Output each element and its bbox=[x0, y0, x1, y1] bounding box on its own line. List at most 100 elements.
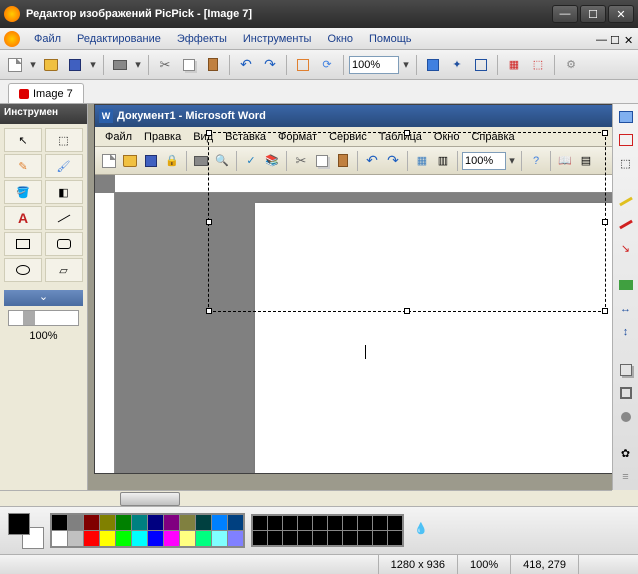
stamp-button[interactable]: ✿ bbox=[617, 445, 635, 463]
effect-blur-button[interactable] bbox=[617, 408, 635, 426]
grid-button[interactable]: ▦ bbox=[503, 54, 525, 76]
custom-swatch[interactable] bbox=[283, 531, 297, 545]
color-swatch[interactable] bbox=[148, 515, 163, 530]
color-swatch[interactable] bbox=[228, 515, 243, 530]
undo-button[interactable]: ↶ bbox=[235, 54, 257, 76]
effect-shadow-button[interactable] bbox=[617, 361, 635, 379]
word-menu-table[interactable]: Таблица bbox=[373, 129, 428, 145]
custom-swatch[interactable] bbox=[268, 531, 282, 545]
tool-polygon[interactable]: ▱ bbox=[45, 258, 83, 282]
color-swatch[interactable] bbox=[164, 531, 179, 546]
custom-swatch[interactable] bbox=[313, 516, 327, 530]
custom-swatch[interactable] bbox=[373, 516, 387, 530]
word-help-button[interactable]: ? bbox=[526, 151, 546, 171]
custom-swatch[interactable] bbox=[328, 531, 342, 545]
word-menu-format[interactable]: Формат bbox=[272, 129, 323, 145]
capture-screen-button[interactable] bbox=[617, 108, 635, 126]
print-button[interactable] bbox=[109, 54, 131, 76]
color-swatch[interactable] bbox=[84, 531, 99, 546]
horizontal-scrollbar[interactable] bbox=[0, 490, 612, 506]
word-menu-help[interactable]: Справка bbox=[465, 129, 520, 145]
tool-eraser[interactable]: ◧ bbox=[45, 180, 83, 204]
custom-swatch[interactable] bbox=[298, 516, 312, 530]
copy-button[interactable] bbox=[178, 54, 200, 76]
color-swatch[interactable] bbox=[84, 515, 99, 530]
app-menu-icon[interactable] bbox=[4, 31, 20, 47]
arrow-tool-button[interactable]: ↘ bbox=[617, 239, 635, 257]
zoom-input[interactable] bbox=[349, 56, 399, 74]
open-button[interactable] bbox=[40, 54, 62, 76]
word-zoom-input[interactable] bbox=[462, 152, 506, 170]
color-swatch[interactable] bbox=[100, 515, 115, 530]
word-ruler-horizontal[interactable] bbox=[115, 175, 612, 193]
custom-swatch[interactable] bbox=[283, 516, 297, 530]
shape-fill-button[interactable] bbox=[617, 277, 635, 295]
menu-window[interactable]: Окно bbox=[319, 30, 361, 48]
tool-ellipse[interactable] bbox=[4, 258, 42, 282]
paste-button[interactable] bbox=[202, 54, 224, 76]
color-swatch[interactable] bbox=[116, 531, 131, 546]
word-copy-button[interactable] bbox=[312, 151, 332, 171]
print-dropdown[interactable]: ▾ bbox=[133, 58, 143, 71]
color-swatch[interactable] bbox=[132, 531, 147, 546]
zoom-dropdown[interactable]: ▾ bbox=[401, 58, 411, 71]
custom-swatch[interactable] bbox=[313, 531, 327, 545]
settings-button[interactable]: ⚙ bbox=[560, 54, 582, 76]
select-all-button[interactable]: ⬚ bbox=[527, 54, 549, 76]
word-undo-button[interactable]: ↶ bbox=[362, 151, 382, 171]
mdi-close-button[interactable]: ✕ bbox=[624, 34, 634, 44]
save-button[interactable] bbox=[64, 54, 86, 76]
new-button[interactable] bbox=[4, 54, 26, 76]
custom-swatch[interactable] bbox=[268, 516, 282, 530]
cut-button[interactable]: ✂ bbox=[154, 54, 176, 76]
custom-swatch[interactable] bbox=[328, 516, 342, 530]
color-swatch[interactable] bbox=[52, 531, 67, 546]
color-swatch[interactable] bbox=[228, 531, 243, 546]
custom-swatch[interactable] bbox=[388, 531, 402, 545]
word-menu-edit[interactable]: Правка bbox=[138, 129, 187, 145]
word-zoom-dropdown[interactable]: ▾ bbox=[507, 154, 517, 167]
word-open-button[interactable] bbox=[120, 151, 140, 171]
menu-tools[interactable]: Инструменты bbox=[235, 30, 320, 48]
color-swatch[interactable] bbox=[180, 531, 195, 546]
flip-h-button[interactable]: ↔ bbox=[617, 300, 635, 318]
capture-region-button[interactable]: ⬚ bbox=[617, 155, 635, 173]
menu-file[interactable]: Файл bbox=[26, 30, 69, 48]
word-spell-button[interactable]: ✓ bbox=[241, 151, 261, 171]
word-preview-button[interactable]: 🔍 bbox=[212, 151, 232, 171]
highlight-yellow-button[interactable] bbox=[617, 192, 635, 210]
color-swatch[interactable] bbox=[164, 515, 179, 530]
effect-frame-button[interactable] bbox=[617, 384, 635, 402]
color-swatch[interactable] bbox=[68, 531, 83, 546]
minimize-button[interactable]: — bbox=[552, 5, 578, 23]
foreground-color[interactable] bbox=[8, 513, 30, 535]
word-menu-window[interactable]: Окно bbox=[428, 129, 466, 145]
word-read-button[interactable]: 📖 bbox=[555, 151, 575, 171]
resize-button[interactable] bbox=[292, 54, 314, 76]
custom-swatch[interactable] bbox=[343, 531, 357, 545]
mdi-restore-button[interactable]: ☐ bbox=[610, 34, 620, 44]
custom-swatch[interactable] bbox=[358, 516, 372, 530]
fullscreen-button[interactable] bbox=[422, 54, 444, 76]
maximize-button[interactable]: ☐ bbox=[580, 5, 606, 23]
word-permission-button[interactable]: 🔒 bbox=[162, 151, 182, 171]
word-ruler-vertical[interactable] bbox=[95, 193, 115, 473]
capture-window-button[interactable] bbox=[617, 132, 635, 150]
watermark-button[interactable]: ≡ bbox=[617, 469, 635, 487]
mdi-minimize-button[interactable]: — bbox=[596, 34, 606, 44]
rotate-button[interactable]: ⟳ bbox=[316, 54, 338, 76]
custom-swatch[interactable] bbox=[253, 516, 267, 530]
color-swatch[interactable] bbox=[116, 515, 131, 530]
canvas-area[interactable]: W Документ1 - Microsoft Word Файл Правка… bbox=[88, 104, 612, 490]
tool-fill[interactable]: 🪣 bbox=[4, 180, 42, 204]
new-dropdown[interactable]: ▾ bbox=[28, 58, 38, 71]
word-menu-service[interactable]: Сервис bbox=[323, 129, 373, 145]
tool-rectangle[interactable] bbox=[4, 232, 42, 256]
color-swatch[interactable] bbox=[212, 531, 227, 546]
custom-swatch[interactable] bbox=[343, 516, 357, 530]
word-menu-file[interactable]: Файл bbox=[99, 129, 138, 145]
menu-effects[interactable]: Эффекты bbox=[169, 30, 235, 48]
word-table-button[interactable]: ▦ bbox=[412, 151, 432, 171]
word-paste-button[interactable] bbox=[333, 151, 353, 171]
menu-edit[interactable]: Редактирование bbox=[69, 30, 169, 48]
